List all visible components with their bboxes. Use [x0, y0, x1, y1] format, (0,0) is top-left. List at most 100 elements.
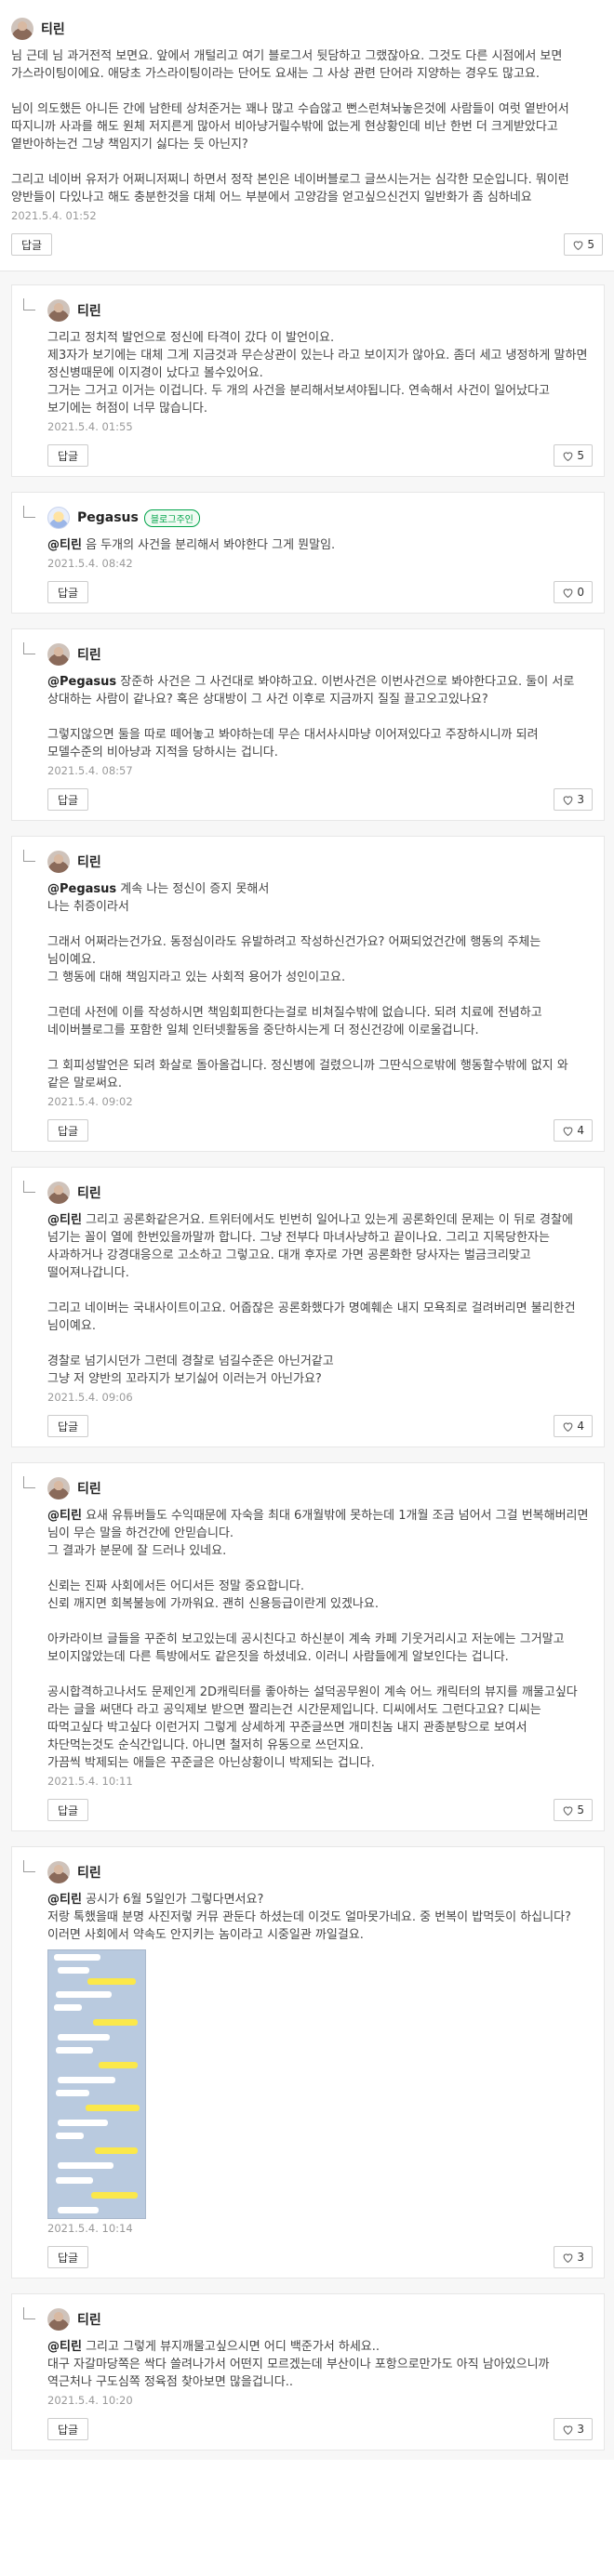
chat-bubble [86, 2105, 140, 2111]
reply-paragraph: @Pegasus 계속 나는 정신이 증지 못해서 나는 취증이라서 [47, 880, 593, 916]
reply-text: @Pegasus 장준하 사건은 그 사건대로 봐야하고요. 이번사건은 이번사… [47, 673, 593, 761]
reply-actions: 답글 3 [47, 788, 593, 811]
reply-button[interactable]: 답글 [47, 1415, 89, 1437]
mention[interactable]: @티린 [47, 2340, 82, 2354]
reply-item: 티린 @티린 그리고 공론화같은거요. 트위터에서도 빈번히 일어나고 있는게 공… [11, 1167, 605, 1447]
nickname[interactable]: 티린 [77, 2310, 101, 2329]
nickname[interactable]: 티린 [77, 301, 101, 320]
chat-bubble [58, 2207, 99, 2213]
reply-paragraph-text: 아카라이브 글들을 꾸준히 보고있는데 공시친다고 하신분이 계속 카페 기웃거… [47, 1632, 565, 1664]
reply-arrow-icon [23, 642, 35, 654]
avatar[interactable] [47, 2308, 70, 2331]
mention[interactable]: @Pegasus [47, 675, 116, 689]
chat-screenshot-image[interactable] [47, 1949, 146, 2219]
reply-arrow-icon [23, 506, 35, 518]
comment-actions: 답글 5 [11, 233, 603, 256]
reply-paragraph-text: 공시가 6월 5일인가 그렇다면서요? 저랑 톡했을때 분명 사진저렇 커뮤 관둔… [47, 1893, 571, 1942]
reply-paragraph-text: 그런데 사전에 이를 작성하시면 책임회피한다는걸로 비쳐질수밖에 없습니다. … [47, 1006, 542, 1037]
avatar[interactable] [47, 643, 70, 666]
reply-button[interactable]: 답글 [47, 788, 89, 811]
like-button[interactable]: 3 [554, 2246, 593, 2268]
reply-arrow-icon [23, 1860, 35, 1872]
reply-button[interactable]: 답글 [47, 1119, 89, 1142]
reply-header: 티린 [47, 1860, 593, 1884]
nickname[interactable]: 티린 [77, 645, 101, 664]
reply-paragraph: 그리고 네이버는 국내사이트이고요. 어줍잖은 공론화했다가 명예훼손 내지 모… [47, 1300, 593, 1335]
heart-icon [563, 451, 573, 461]
reply-arrow-icon [23, 2307, 35, 2319]
like-count: 3 [577, 2251, 584, 2264]
avatar[interactable] [47, 1182, 70, 1204]
mention[interactable]: @Pegasus [47, 882, 116, 896]
reply-button[interactable]: 답글 [47, 444, 89, 467]
avatar[interactable] [47, 851, 70, 873]
reply-button[interactable]: 답글 [47, 2418, 89, 2440]
reply-paragraph-text: 그리고 공론화같은거요. 트위터에서도 빈번히 일어나고 있는게 공론화인데 문… [47, 1213, 573, 1280]
mention[interactable]: @티린 [47, 1213, 82, 1227]
like-count: 5 [587, 238, 594, 251]
reply-paragraph: @Pegasus 장준하 사건은 그 사건대로 봐야하고요. 이번사건은 이번사… [47, 673, 593, 708]
nickname[interactable]: 티린 [77, 1183, 101, 1202]
like-button[interactable]: 4 [554, 1415, 593, 1437]
heart-icon [563, 1126, 573, 1136]
chat-bubble [58, 2120, 108, 2126]
chat-bubble [56, 2177, 93, 2184]
reply-text: @티린 음 두개의 사건을 분리해서 봐야한다 그게 뭔말임. [47, 536, 593, 554]
avatar[interactable] [47, 299, 70, 322]
heart-icon [563, 2424, 573, 2435]
heart-icon [563, 588, 573, 598]
reply-actions: 답글 5 [47, 444, 593, 467]
reply-text: 그리고 정치적 발언으로 정신에 타격이 갔다 이 발언이요. 제3자가 보기에는… [47, 329, 593, 417]
reply-text: @티린 그리고 공론화같은거요. 트위터에서도 빈번히 일어나고 있는게 공론화… [47, 1211, 593, 1388]
like-button[interactable]: 4 [554, 1119, 593, 1142]
chat-bubble [58, 1967, 89, 1974]
comment-paragraph: 님 근데 님 과거전적 보면요. 앞에서 개털리고 여기 블로그서 뒷담하고 그… [11, 49, 563, 81]
nickname[interactable]: 티린 [41, 20, 65, 38]
like-button[interactable]: 5 [554, 444, 593, 467]
main-comment: 티린 님 근데 님 과거전적 보면요. 앞에서 개털리고 여기 블로그서 뒷담하… [0, 0, 614, 271]
reply-paragraph: 그래서 어쩌라는건가요. 동정심이라도 유발하려고 작성하신건가요? 어쩌되었건… [47, 933, 593, 986]
like-button[interactable]: 3 [554, 2418, 593, 2440]
chat-bubble [56, 2090, 89, 2096]
reply-header: 티린 [47, 850, 593, 874]
reply-button[interactable]: 답글 [11, 233, 53, 256]
reply-paragraph-text: 경찰로 넘기시던가 그런데 경찰로 넘길수준은 아닌거같고 그냥 저 양반의 꼬라… [47, 1354, 334, 1386]
reply-text: @티린 공시가 6월 5일인가 그렇다면서요? 저랑 톡했을때 분명 사진저렇 커… [47, 1891, 593, 1944]
reply-item: 티린 @티린 요새 유튜버들도 수익때문에 자숙을 최대 6개월밖에 못하는데 1… [11, 1462, 605, 1831]
nickname[interactable]: 티린 [77, 1479, 101, 1498]
reply-item: Pegasus 블로그주인 @티린 음 두개의 사건을 분리해서 봐야한다 그게 뭔… [11, 492, 605, 614]
like-button[interactable]: 3 [554, 788, 593, 811]
reply-button[interactable]: 답글 [47, 2246, 89, 2268]
mention[interactable]: @티린 [47, 538, 82, 552]
like-count: 0 [577, 586, 584, 599]
reply-arrow-icon [23, 1181, 35, 1193]
reply-paragraph-text: 그 회피성발언은 되려 화살로 돌아올겁니다. 정신병에 걸렸으니까 그딴식으로… [47, 1059, 568, 1090]
nickname[interactable]: 티린 [77, 852, 101, 871]
reply-text: @티린 요새 유튜버들도 수익때문에 자숙을 최대 6개월밖에 못하는데 1개월… [47, 1507, 593, 1772]
reply-header: 티린 [47, 1476, 593, 1500]
reply-paragraph-text: 공시합격하고나서도 문제인게 2D캐릭터를 좋아하는 설덕공무원이 계속 어느 … [47, 1685, 578, 1770]
avatar[interactable] [47, 1477, 70, 1499]
reply-date: 2021.5.4. 08:57 [47, 764, 133, 777]
reply-header: 티린 [47, 2307, 593, 2332]
avatar[interactable] [47, 1861, 70, 1883]
avatar[interactable] [11, 18, 33, 40]
like-button[interactable]: 5 [554, 1799, 593, 1821]
reply-date: 2021.5.4. 10:14 [47, 2222, 133, 2235]
reply-actions: 답글 3 [47, 2246, 593, 2268]
reply-arrow-icon [23, 298, 35, 310]
like-button[interactable]: 0 [554, 581, 593, 603]
like-button[interactable]: 5 [564, 233, 603, 256]
reply-date: 2021.5.4. 09:02 [47, 1095, 133, 1108]
nickname[interactable]: Pegasus [77, 510, 139, 525]
reply-button[interactable]: 답글 [47, 581, 89, 603]
nickname[interactable]: 티린 [77, 1863, 101, 1882]
comment-page: 티린 님 근데 님 과거전적 보면요. 앞에서 개털리고 여기 블로그서 뒷담하… [0, 0, 614, 2460]
mention[interactable]: @티린 [47, 1509, 82, 1523]
reply-button[interactable]: 답글 [47, 1799, 89, 1821]
avatar[interactable] [47, 507, 70, 529]
mention[interactable]: @티린 [47, 1893, 82, 1907]
comment-paragraph: 님이 의도했든 아니든 간에 남한테 상처준거는 꽤나 많고 수습않고 뻔스런쳐… [11, 102, 569, 152]
reply-actions: 답글 4 [47, 1119, 593, 1142]
reply-header: 티린 [47, 298, 593, 323]
